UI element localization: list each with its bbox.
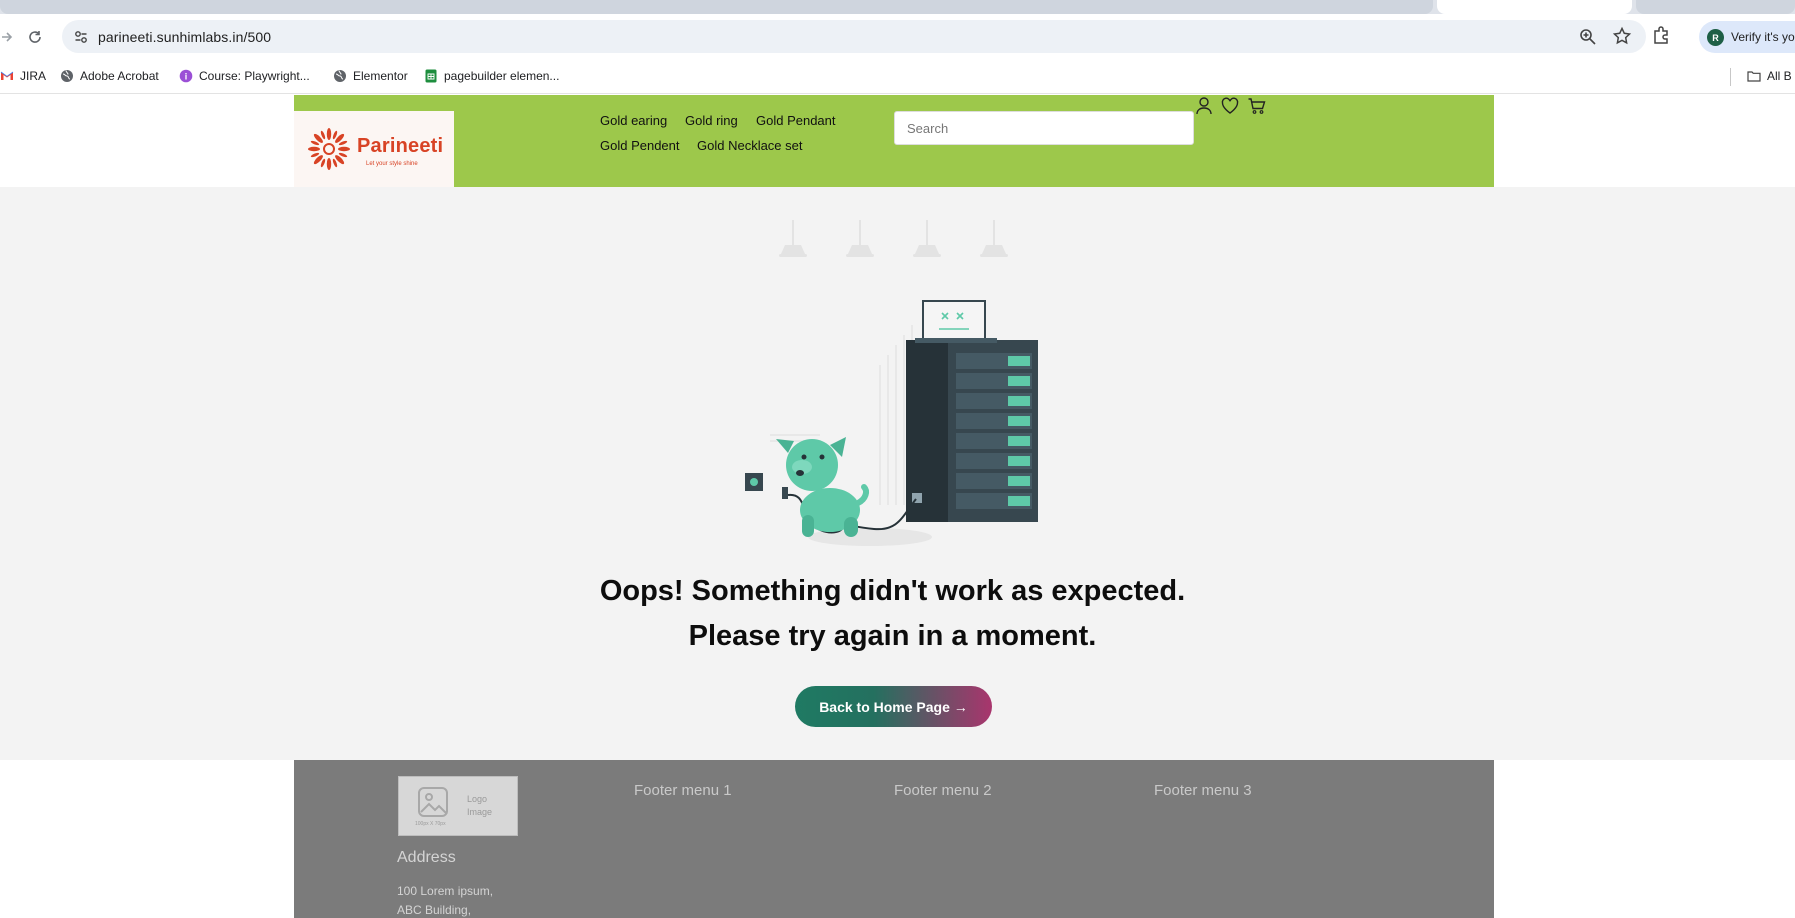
back-to-home-button[interactable]: Back to Home Page → <box>795 686 992 727</box>
all-bookmarks[interactable]: All B <box>1747 69 1792 83</box>
user-icon[interactable] <box>1194 95 1214 115</box>
bookmarks-separator <box>1730 68 1731 86</box>
bookmark-label: Adobe Acrobat <box>80 69 159 83</box>
logo-tagline: Let your style shine <box>366 161 418 167</box>
folder-icon <box>1747 71 1761 82</box>
browser-toolbar: parineeti.sunhimlabs.in/500 R Verify it'… <box>0 14 1795 60</box>
nav-gold-necklace-set[interactable]: Gold Necklace set <box>697 138 803 153</box>
search-input[interactable] <box>894 111 1194 145</box>
gmail-icon <box>0 71 14 80</box>
bookmark-star-icon[interactable] <box>1612 26 1632 46</box>
verify-text: Verify it's yo <box>1731 30 1795 44</box>
profile-verify-button[interactable]: R Verify it's yo <box>1699 21 1795 53</box>
footer-logo-label-2: Image <box>467 807 493 817</box>
image-placeholder-icon <box>418 787 448 817</box>
browser-tab[interactable] <box>1636 0 1795 14</box>
globe-icon <box>334 70 346 82</box>
footer-logo-label: Logo Image <box>467 793 492 819</box>
bookmark-elementor[interactable]: Elementor <box>333 69 408 83</box>
footer-menu-2[interactable]: Footer menu 2 <box>894 782 992 799</box>
footer-address-title: Address <box>397 849 456 866</box>
footer-menu-1[interactable]: Footer menu 1 <box>634 782 732 799</box>
bookmark-label: pagebuilder elemen... <box>444 69 560 83</box>
avatar: R <box>1707 29 1724 46</box>
footer-address-line: ABC Building, <box>397 903 472 917</box>
address-bar[interactable]: parineeti.sunhimlabs.in/500 <box>62 20 1646 53</box>
bookmark-label: Elementor <box>353 69 408 83</box>
nav-gold-earing[interactable]: Gold earing <box>600 113 667 128</box>
browser-tab[interactable] <box>0 0 1433 14</box>
url-text[interactable]: parineeti.sunhimlabs.in/500 <box>98 29 271 45</box>
reload-icon[interactable] <box>23 25 47 49</box>
all-bookmarks-label: All B <box>1767 69 1792 83</box>
browser-tab-strip <box>0 0 1795 14</box>
dog-icon <box>776 437 869 537</box>
zoom-icon[interactable] <box>1578 27 1598 47</box>
nav-gold-pendent[interactable]: Gold Pendent <box>600 138 680 153</box>
bookmark-adobe-acrobat[interactable]: Adobe Acrobat <box>60 69 159 83</box>
extensions-icon[interactable] <box>1651 24 1673 46</box>
nav-gold-ring[interactable]: Gold ring <box>685 113 738 128</box>
footer-address-line: 100 Lorem ipsum, <box>397 884 494 898</box>
site-settings-icon[interactable] <box>72 28 90 46</box>
bookmark-label: Course: Playwright... <box>199 69 310 83</box>
globe-icon <box>61 70 73 82</box>
site-logo[interactable]: Parineeti Let your style shine <box>294 111 454 187</box>
site-footer: Logo Image 100px X 70px Footer menu 1 Foo… <box>294 760 1494 918</box>
course-icon: i <box>179 69 193 83</box>
svg-text:i: i <box>185 72 188 82</box>
forward-icon[interactable] <box>0 25 18 49</box>
error-message-line-1: Oops! Something didn't work as expected. <box>599 575 1186 607</box>
broken-laptop-icon <box>915 300 997 343</box>
sheets-icon <box>425 69 437 83</box>
site-header: Parineeti Let your style shine Gold eari… <box>294 95 1494 187</box>
server-rack-icon <box>906 340 1038 522</box>
error-message-line-2: Please try again in a moment. <box>688 620 1097 652</box>
bookmark-pagebuilder[interactable]: pagebuilder elemen... <box>424 69 559 83</box>
lamp-icon <box>779 220 1008 257</box>
footer-menu-3[interactable]: Footer menu 3 <box>1154 782 1252 799</box>
server-error-illustration <box>745 220 1038 546</box>
logo-text: Parineeti <box>357 135 444 157</box>
bookmark-course-playwright[interactable]: i Course: Playwright... <box>179 69 310 83</box>
heart-icon[interactable] <box>1220 96 1240 116</box>
browser-tab-active[interactable] <box>1437 0 1632 14</box>
bookmarks-bar: JIRA Adobe Acrobat i Course: Playwright.… <box>0 60 1795 94</box>
footer-logo-label-1: Logo <box>467 794 488 804</box>
sun-logo-icon <box>308 128 350 170</box>
cart-icon[interactable] <box>1247 96 1267 116</box>
footer-logo-placeholder[interactable]: Logo Image 100px X 70px <box>398 776 518 836</box>
bookmark-jira[interactable]: JIRA <box>0 69 46 83</box>
bookmark-label: JIRA <box>20 69 47 83</box>
footer-logo-dimensions: 100px X 70px <box>415 821 446 827</box>
nav-gold-pendant[interactable]: Gold Pendant <box>756 113 836 128</box>
